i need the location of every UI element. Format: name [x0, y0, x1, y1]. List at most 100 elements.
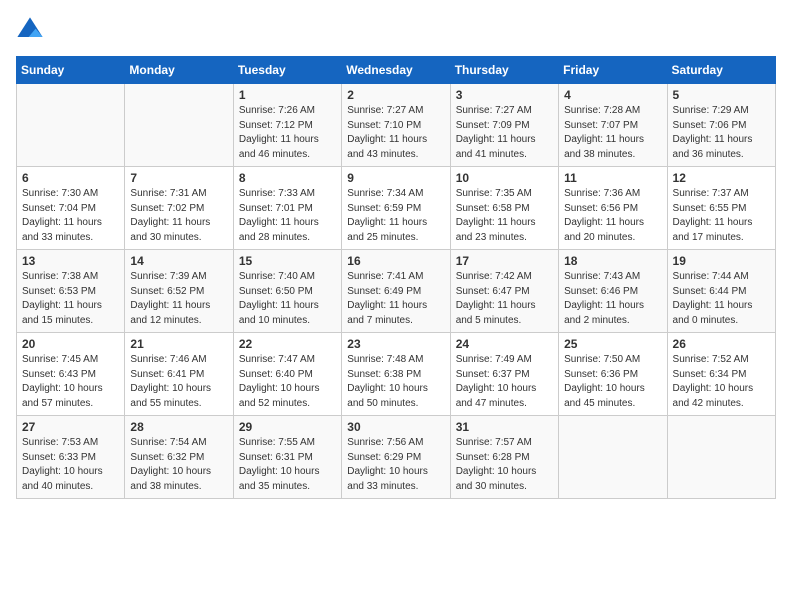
calendar-cell: 28Sunrise: 7:54 AM Sunset: 6:32 PM Dayli…	[125, 416, 233, 499]
calendar-week-row: 13 Sunrise: 7:38 AM Sunset: 6:53 PM Dayli…	[17, 250, 776, 333]
calendar-cell: 15 Sunrise: 7:40 AM Sunset: 6:50 PM Dayli…	[233, 250, 341, 333]
calendar-cell	[559, 416, 667, 499]
day-info: Sunrise: 7:37 AM Sunset: 6:55 PM Dayligh…	[673, 187, 770, 245]
day-number: 12	[673, 171, 770, 185]
calendar-cell: 20Sunrise: 7:45 AM Sunset: 6:43 PM Dayli…	[17, 333, 125, 416]
calendar-cell: 29 Sunrise: 7:55 AM Sunset: 6:31 PM Dayli…	[233, 416, 341, 499]
calendar-body: 1 Sunrise: 7:26 AM Sunset: 7:12 PM Daylig…	[17, 84, 776, 499]
weekday-header: Wednesday	[342, 57, 450, 84]
weekday-header: Saturday	[667, 57, 775, 84]
day-info: Sunrise: 7:57 AM Sunset: 6:28 PM Dayligh…	[456, 436, 553, 494]
weekday-header: Thursday	[450, 57, 558, 84]
day-info: Sunrise: 7:55 AM Sunset: 6:31 PM Dayligh…	[239, 436, 336, 494]
calendar-cell: 16 Sunrise: 7:41 AM Sunset: 6:49 PM Dayli…	[342, 250, 450, 333]
day-info: Sunrise: 7:33 AM Sunset: 7:01 PM Dayligh…	[239, 187, 336, 245]
calendar-cell: 31Sunrise: 7:57 AM Sunset: 6:28 PM Dayli…	[450, 416, 558, 499]
day-number: 9	[347, 171, 444, 185]
day-info: Sunrise: 7:40 AM Sunset: 6:50 PM Dayligh…	[239, 270, 336, 328]
calendar-cell: 25Sunrise: 7:50 AM Sunset: 6:36 PM Dayli…	[559, 333, 667, 416]
day-number: 20	[22, 337, 119, 351]
day-info: Sunrise: 7:35 AM Sunset: 6:58 PM Dayligh…	[456, 187, 553, 245]
day-number: 2	[347, 88, 444, 102]
day-number: 27	[22, 420, 119, 434]
day-info: Sunrise: 7:41 AM Sunset: 6:49 PM Dayligh…	[347, 270, 444, 328]
day-number: 5	[673, 88, 770, 102]
calendar-cell: 2Sunrise: 7:27 AM Sunset: 7:10 PM Daylig…	[342, 84, 450, 167]
day-info: Sunrise: 7:28 AM Sunset: 7:07 PM Dayligh…	[564, 104, 661, 162]
calendar-cell: 26 Sunrise: 7:52 AM Sunset: 6:34 PM Dayli…	[667, 333, 775, 416]
day-info: Sunrise: 7:49 AM Sunset: 6:37 PM Dayligh…	[456, 353, 553, 411]
day-number: 29	[239, 420, 336, 434]
logo-icon	[16, 16, 44, 44]
day-number: 3	[456, 88, 553, 102]
calendar-cell: 22 Sunrise: 7:47 AM Sunset: 6:40 PM Dayli…	[233, 333, 341, 416]
day-info: Sunrise: 7:42 AM Sunset: 6:47 PM Dayligh…	[456, 270, 553, 328]
day-number: 24	[456, 337, 553, 351]
calendar-week-row: 27Sunrise: 7:53 AM Sunset: 6:33 PM Dayli…	[17, 416, 776, 499]
calendar-cell: 6 Sunrise: 7:30 AM Sunset: 7:04 PM Daylig…	[17, 167, 125, 250]
day-number: 22	[239, 337, 336, 351]
calendar-cell: 14Sunrise: 7:39 AM Sunset: 6:52 PM Dayli…	[125, 250, 233, 333]
day-number: 14	[130, 254, 227, 268]
weekday-header: Sunday	[17, 57, 125, 84]
calendar-cell: 9 Sunrise: 7:34 AM Sunset: 6:59 PM Daylig…	[342, 167, 450, 250]
calendar-cell	[667, 416, 775, 499]
day-info: Sunrise: 7:44 AM Sunset: 6:44 PM Dayligh…	[673, 270, 770, 328]
day-number: 15	[239, 254, 336, 268]
day-number: 6	[22, 171, 119, 185]
calendar-week-row: 20Sunrise: 7:45 AM Sunset: 6:43 PM Dayli…	[17, 333, 776, 416]
day-number: 28	[130, 420, 227, 434]
calendar-cell: 27Sunrise: 7:53 AM Sunset: 6:33 PM Dayli…	[17, 416, 125, 499]
day-info: Sunrise: 7:47 AM Sunset: 6:40 PM Dayligh…	[239, 353, 336, 411]
calendar-cell: 13 Sunrise: 7:38 AM Sunset: 6:53 PM Dayli…	[17, 250, 125, 333]
day-number: 10	[456, 171, 553, 185]
day-info: Sunrise: 7:38 AM Sunset: 6:53 PM Dayligh…	[22, 270, 119, 328]
calendar-header: SundayMondayTuesdayWednesdayThursdayFrid…	[17, 57, 776, 84]
day-number: 26	[673, 337, 770, 351]
day-number: 8	[239, 171, 336, 185]
calendar-cell: 24 Sunrise: 7:49 AM Sunset: 6:37 PM Dayli…	[450, 333, 558, 416]
day-info: Sunrise: 7:30 AM Sunset: 7:04 PM Dayligh…	[22, 187, 119, 245]
calendar-cell: 5Sunrise: 7:29 AM Sunset: 7:06 PM Daylig…	[667, 84, 775, 167]
calendar-table: SundayMondayTuesdayWednesdayThursdayFrid…	[16, 56, 776, 499]
day-number: 18	[564, 254, 661, 268]
day-info: Sunrise: 7:27 AM Sunset: 7:09 PM Dayligh…	[456, 104, 553, 162]
calendar-week-row: 6 Sunrise: 7:30 AM Sunset: 7:04 PM Daylig…	[17, 167, 776, 250]
calendar-cell: 23 Sunrise: 7:48 AM Sunset: 6:38 PM Dayli…	[342, 333, 450, 416]
calendar-cell: 3 Sunrise: 7:27 AM Sunset: 7:09 PM Daylig…	[450, 84, 558, 167]
calendar-cell: 18 Sunrise: 7:43 AM Sunset: 6:46 PM Dayli…	[559, 250, 667, 333]
calendar-cell: 1 Sunrise: 7:26 AM Sunset: 7:12 PM Daylig…	[233, 84, 341, 167]
day-number: 16	[347, 254, 444, 268]
calendar-cell	[125, 84, 233, 167]
day-info: Sunrise: 7:31 AM Sunset: 7:02 PM Dayligh…	[130, 187, 227, 245]
day-info: Sunrise: 7:34 AM Sunset: 6:59 PM Dayligh…	[347, 187, 444, 245]
calendar-week-row: 1 Sunrise: 7:26 AM Sunset: 7:12 PM Daylig…	[17, 84, 776, 167]
day-info: Sunrise: 7:26 AM Sunset: 7:12 PM Dayligh…	[239, 104, 336, 162]
day-number: 19	[673, 254, 770, 268]
calendar-cell: 10 Sunrise: 7:35 AM Sunset: 6:58 PM Dayli…	[450, 167, 558, 250]
day-number: 21	[130, 337, 227, 351]
day-info: Sunrise: 7:56 AM Sunset: 6:29 PM Dayligh…	[347, 436, 444, 494]
day-number: 23	[347, 337, 444, 351]
day-info: Sunrise: 7:36 AM Sunset: 6:56 PM Dayligh…	[564, 187, 661, 245]
weekday-header: Tuesday	[233, 57, 341, 84]
day-number: 30	[347, 420, 444, 434]
day-number: 7	[130, 171, 227, 185]
day-info: Sunrise: 7:52 AM Sunset: 6:34 PM Dayligh…	[673, 353, 770, 411]
day-info: Sunrise: 7:46 AM Sunset: 6:41 PM Dayligh…	[130, 353, 227, 411]
day-number: 13	[22, 254, 119, 268]
day-info: Sunrise: 7:48 AM Sunset: 6:38 PM Dayligh…	[347, 353, 444, 411]
day-info: Sunrise: 7:43 AM Sunset: 6:46 PM Dayligh…	[564, 270, 661, 328]
day-number: 1	[239, 88, 336, 102]
day-number: 25	[564, 337, 661, 351]
logo	[16, 16, 48, 44]
calendar-cell: 12 Sunrise: 7:37 AM Sunset: 6:55 PM Dayli…	[667, 167, 775, 250]
page-header	[16, 16, 776, 44]
day-number: 17	[456, 254, 553, 268]
calendar-cell: 11 Sunrise: 7:36 AM Sunset: 6:56 PM Dayli…	[559, 167, 667, 250]
calendar-cell: 21 Sunrise: 7:46 AM Sunset: 6:41 PM Dayli…	[125, 333, 233, 416]
calendar-cell	[17, 84, 125, 167]
day-number: 11	[564, 171, 661, 185]
calendar-cell: 17 Sunrise: 7:42 AM Sunset: 6:47 PM Dayli…	[450, 250, 558, 333]
weekday-header: Monday	[125, 57, 233, 84]
